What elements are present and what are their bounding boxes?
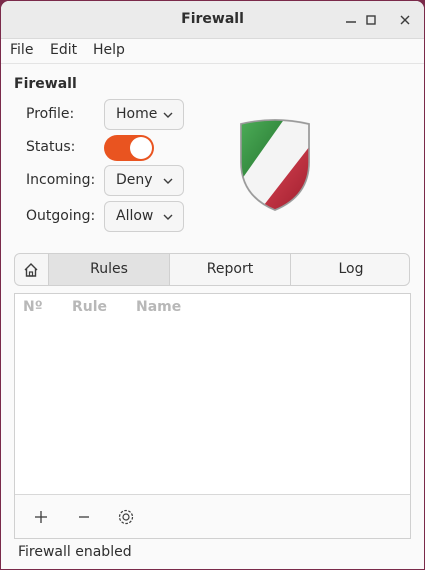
menu-bar: File Edit Help (1, 39, 424, 64)
status-label: Status: (26, 139, 76, 155)
incoming-dropdown[interactable]: Deny (104, 165, 184, 196)
profile-label: Profile: (26, 106, 75, 122)
toggle-knob (130, 137, 152, 159)
outgoing-label: Outgoing: (26, 208, 96, 224)
tab-rules[interactable]: Rules (48, 254, 169, 285)
section-title: Firewall (14, 76, 77, 92)
firewall-window: Firewall File Edit Help Firewall Profile… (1, 1, 424, 569)
column-rule[interactable]: Rule (72, 299, 107, 315)
profile-dropdown[interactable]: Home (104, 99, 184, 130)
rules-list-area[interactable] (15, 322, 410, 495)
column-name[interactable]: Name (136, 299, 181, 315)
chevron-down-icon (162, 109, 174, 121)
shield-icon (237, 118, 313, 214)
chevron-down-icon (162, 175, 174, 187)
outgoing-dropdown[interactable]: Allow (104, 201, 184, 232)
tab-report[interactable]: Report (169, 254, 290, 285)
menu-help[interactable]: Help (93, 42, 125, 58)
profile-value: Home (116, 106, 158, 122)
remove-icon[interactable] (74, 507, 94, 527)
status-toggle[interactable] (104, 135, 154, 161)
add-icon[interactable] (31, 507, 51, 527)
maximize-icon[interactable] (361, 10, 381, 30)
status-bar-text: Firewall enabled (18, 544, 132, 560)
column-number[interactable]: Nº (23, 299, 43, 315)
close-icon[interactable] (395, 10, 415, 30)
chevron-down-icon (162, 211, 174, 223)
minimize-icon[interactable] (341, 10, 361, 30)
rules-toolbar (15, 495, 410, 538)
outgoing-value: Allow (116, 208, 154, 224)
rules-list: Nº Rule Name (14, 293, 411, 539)
incoming-label: Incoming: (26, 172, 96, 188)
settings-icon[interactable] (116, 507, 136, 527)
menu-edit[interactable]: Edit (50, 42, 77, 58)
tab-bar: Rules Report Log (14, 253, 410, 286)
tab-log[interactable]: Log (290, 254, 409, 285)
home-icon (22, 260, 40, 285)
tab-home[interactable] (15, 254, 48, 285)
incoming-value: Deny (116, 172, 153, 188)
rules-table-header: Nº Rule Name (15, 294, 410, 322)
title-bar[interactable]: Firewall (1, 1, 424, 39)
menu-file[interactable]: File (10, 42, 33, 58)
